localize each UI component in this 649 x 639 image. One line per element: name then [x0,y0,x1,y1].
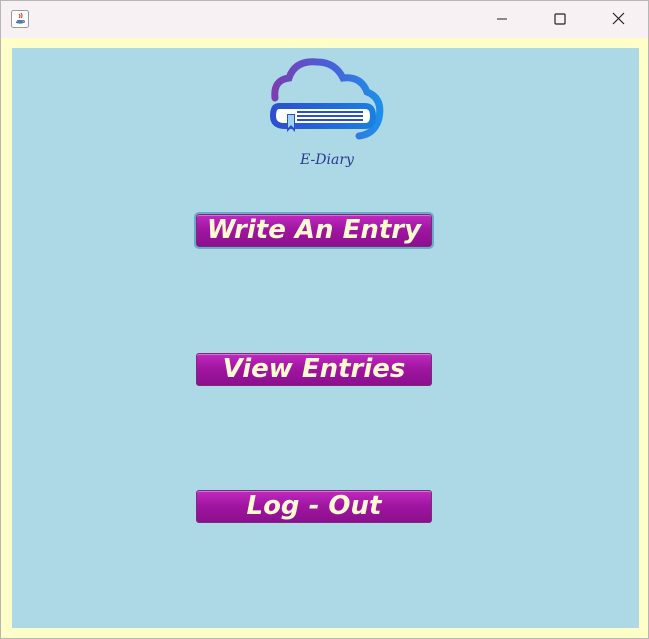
logout-button[interactable]: Log - Out [196,490,432,523]
close-icon [612,10,625,29]
cloud-book-icon [269,58,384,140]
minimize-icon [496,10,508,29]
maximize-button[interactable] [537,1,583,38]
view-entries-button[interactable]: View Entries [196,353,432,386]
app-window: E-Diary Write An Entry View Entries Log … [0,0,649,639]
main-panel: E-Diary Write An Entry View Entries Log … [12,48,639,628]
write-entry-button[interactable]: Write An Entry [194,212,434,249]
maximize-icon [554,10,566,29]
close-button[interactable] [595,1,641,38]
logo-caption: E-Diary [300,152,354,168]
minimize-button[interactable] [479,1,525,38]
java-app-icon[interactable] [11,10,29,28]
title-bar [1,1,648,38]
content-frame: E-Diary Write An Entry View Entries Log … [1,38,648,638]
